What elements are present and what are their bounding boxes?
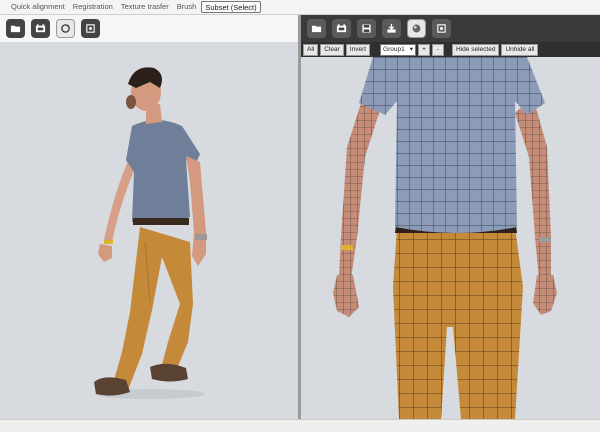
film-icon (35, 24, 46, 33)
film-icon (336, 24, 347, 33)
group-select-value: Group1 (383, 45, 405, 53)
right-3d-viewport[interactable] (301, 57, 600, 419)
group-select[interactable]: Group1 ▾ (380, 43, 417, 56)
save-icon (362, 24, 371, 33)
select-all-button[interactable]: All (303, 43, 319, 56)
folder-icon (10, 25, 21, 33)
tab-quick-alignment[interactable]: Quick alignment (8, 1, 68, 13)
add-group-button[interactable]: + (418, 43, 431, 56)
film-button-right[interactable] (332, 19, 351, 38)
sphere-icon (412, 24, 421, 33)
target-icon (86, 24, 95, 33)
sphere-button[interactable] (407, 19, 426, 38)
app-window: Quick alignment Registration Texture tra… (0, 0, 600, 432)
film-button[interactable] (31, 19, 50, 38)
download-button[interactable] (382, 19, 401, 38)
target-icon (437, 24, 446, 33)
tab-subset-select[interactable]: Subset (Select) (201, 1, 261, 13)
target-button[interactable] (81, 19, 100, 38)
clear-selection-button[interactable]: Clear (320, 43, 344, 56)
open-folder-button-right[interactable] (307, 19, 326, 38)
save-button[interactable] (357, 19, 376, 38)
left-3d-viewport[interactable] (0, 42, 298, 419)
remove-group-button[interactable]: - (432, 43, 445, 56)
subset-selection-bar: All Clear Invert Group1 ▾ + - Hide selec… (301, 42, 600, 57)
tab-registration[interactable]: Registration (70, 1, 116, 13)
chevron-down-icon: ▾ (409, 45, 414, 53)
target-button-right[interactable] (432, 19, 451, 38)
textured-model-render (94, 67, 207, 399)
right-viewport-toolbar (301, 15, 600, 42)
download-icon (387, 23, 396, 33)
rotate-button[interactable] (56, 19, 75, 38)
folder-icon (311, 25, 322, 33)
tab-texture-transfer[interactable]: Texture trasfer (118, 1, 172, 13)
unhide-all-button[interactable]: Unhide all (501, 43, 539, 56)
wireframe-model-render (333, 57, 557, 419)
mode-tab-bar: Quick alignment Registration Texture tra… (0, 0, 600, 15)
open-folder-button[interactable] (6, 19, 25, 38)
tab-brush[interactable]: Brush (174, 1, 200, 13)
invert-selection-button[interactable]: Invert (345, 43, 371, 56)
rotate-icon (61, 24, 70, 33)
hide-selected-button[interactable]: Hide selected (452, 43, 500, 56)
left-viewport-toolbar (0, 15, 298, 42)
status-bar (0, 419, 600, 432)
